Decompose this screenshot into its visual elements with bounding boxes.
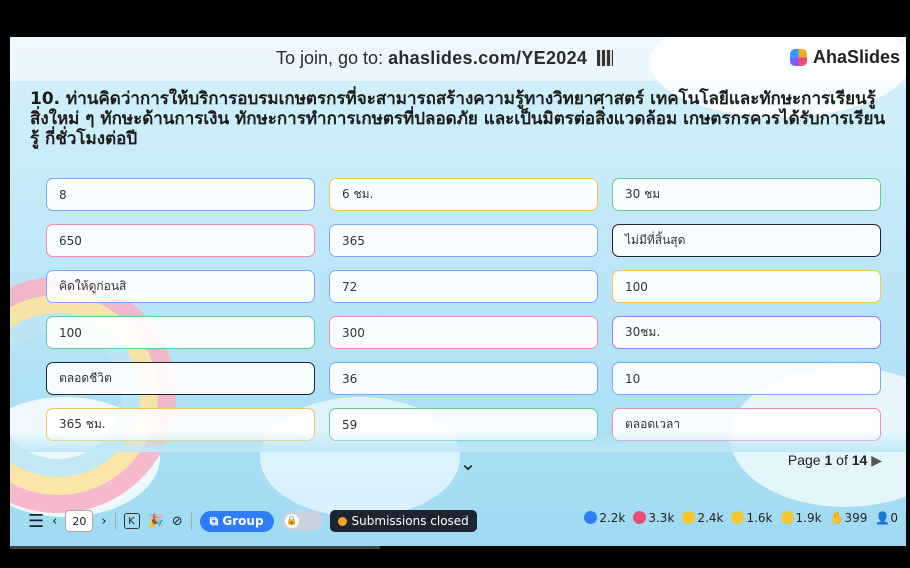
hands-reaction[interactable]: ✋399 (830, 511, 868, 525)
logo-text: AhaSlides (812, 47, 900, 67)
hide-results-icon[interactable]: ⊘ (172, 514, 183, 529)
response-card: 6 ชม. (329, 178, 598, 211)
scroll-fade (10, 432, 906, 452)
pagination: Page 1 of 14 ▶ (788, 452, 882, 469)
group-label: Group (222, 513, 264, 528)
response-card: 30 ชม (612, 178, 881, 211)
response-card: 36 (329, 362, 598, 395)
response-card: ตลอดชีวิต (46, 362, 315, 395)
next-page-icon[interactable]: ▶ (871, 452, 882, 468)
qr-code-icon[interactable] (597, 50, 614, 66)
sad-icon (780, 511, 794, 524)
laugh-icon (682, 511, 696, 524)
warning-icon (337, 516, 347, 526)
sad-reaction[interactable]: 1.9k (780, 511, 822, 525)
prev-slide-icon[interactable]: ‹ (52, 514, 57, 529)
join-instructions: To join, go to: ahaslides.com/YE2024 (276, 48, 614, 69)
slide-stage: To join, go to: ahaslides.com/YE2024 Aha… (10, 37, 906, 546)
page-prefix: Page (787, 452, 825, 468)
response-card: 650 (46, 224, 315, 257)
response-card: 72 (329, 270, 598, 303)
slide-number-input[interactable]: 20 (65, 510, 94, 532)
chevron-down-icon[interactable]: ⌄ (457, 451, 479, 475)
response-card: 100 (46, 316, 315, 349)
presenter-toolbar: ☰ ‹ 20 › K 🎉 ⊘ ⧉ Group 🔒 Submissions clo… (28, 507, 477, 535)
keyboard-shortcut-icon[interactable]: K (123, 513, 140, 529)
join-prefix: To join, go to: (276, 48, 389, 68)
confetti-icon[interactable]: 🎉 (148, 514, 164, 529)
divider (190, 512, 192, 530)
response-card: 30ชม. (612, 316, 881, 349)
sad-count: 1.9k (795, 511, 822, 525)
response-card: ไม่มีที่สิ้นสุด (612, 224, 881, 257)
join-bar: To join, go to: ahaslides.com/YE2024 Aha… (10, 37, 906, 81)
menu-icon[interactable]: ☰ (28, 511, 44, 532)
laugh-reaction[interactable]: 2.4k (682, 511, 723, 525)
progress-line (10, 546, 380, 549)
page-total: 14 (851, 452, 868, 468)
response-card: 8 (46, 178, 315, 211)
participants-number: 0 (890, 511, 898, 525)
group-button[interactable]: ⧉ Group (199, 510, 274, 532)
heart-icon (633, 511, 647, 524)
reactions-bar: 2.2k 3.3k 2.4k 1.6k 1.9k ✋399 👤0 (584, 511, 898, 525)
question-title: 10. ท่านคิดว่าการให้บริการอบรมเกษตรกรที่… (30, 89, 886, 149)
ahaslides-logo: AhaSlides (789, 47, 900, 68)
divider (114, 512, 116, 530)
wow-count: 1.6k (746, 511, 773, 525)
heart-count: 3.3k (648, 511, 675, 525)
page-of: of (832, 452, 852, 468)
submissions-closed-tooltip: Submissions closed (329, 510, 477, 532)
like-count: 2.2k (599, 511, 626, 525)
responses-grid: 8 6 ชม. 30 ชม 650 365 ไม่มีที่สิ้นสุดคิดให้ดู… (46, 178, 882, 441)
thumbs-up-icon (584, 511, 598, 524)
submissions-toggle[interactable]: 🔒 (281, 511, 322, 531)
response-card: 300 (329, 316, 598, 349)
lock-icon: 🔒 (284, 514, 299, 528)
participants-count: 👤0 (875, 511, 898, 525)
wow-icon (731, 511, 745, 524)
submissions-label: Submissions closed (351, 514, 469, 528)
like-reaction[interactable]: 2.2k (584, 511, 625, 525)
response-card: 100 (612, 270, 881, 303)
response-card: คิดให้ดูก่อนสิ (46, 270, 315, 303)
person-icon: 👤 (875, 511, 891, 525)
next-slide-icon[interactable]: › (101, 514, 106, 529)
raised-hand-icon: ✋ (829, 511, 845, 525)
laugh-count: 2.4k (697, 511, 724, 525)
ahaslides-logo-icon (789, 49, 807, 66)
response-card: 10 (612, 362, 881, 395)
wow-reaction[interactable]: 1.6k (731, 511, 773, 525)
heart-reaction[interactable]: 3.3k (633, 511, 674, 525)
hands-count: 399 (844, 511, 868, 525)
response-card: 365 (329, 224, 598, 257)
join-url[interactable]: ahaslides.com/YE2024 (388, 48, 587, 68)
